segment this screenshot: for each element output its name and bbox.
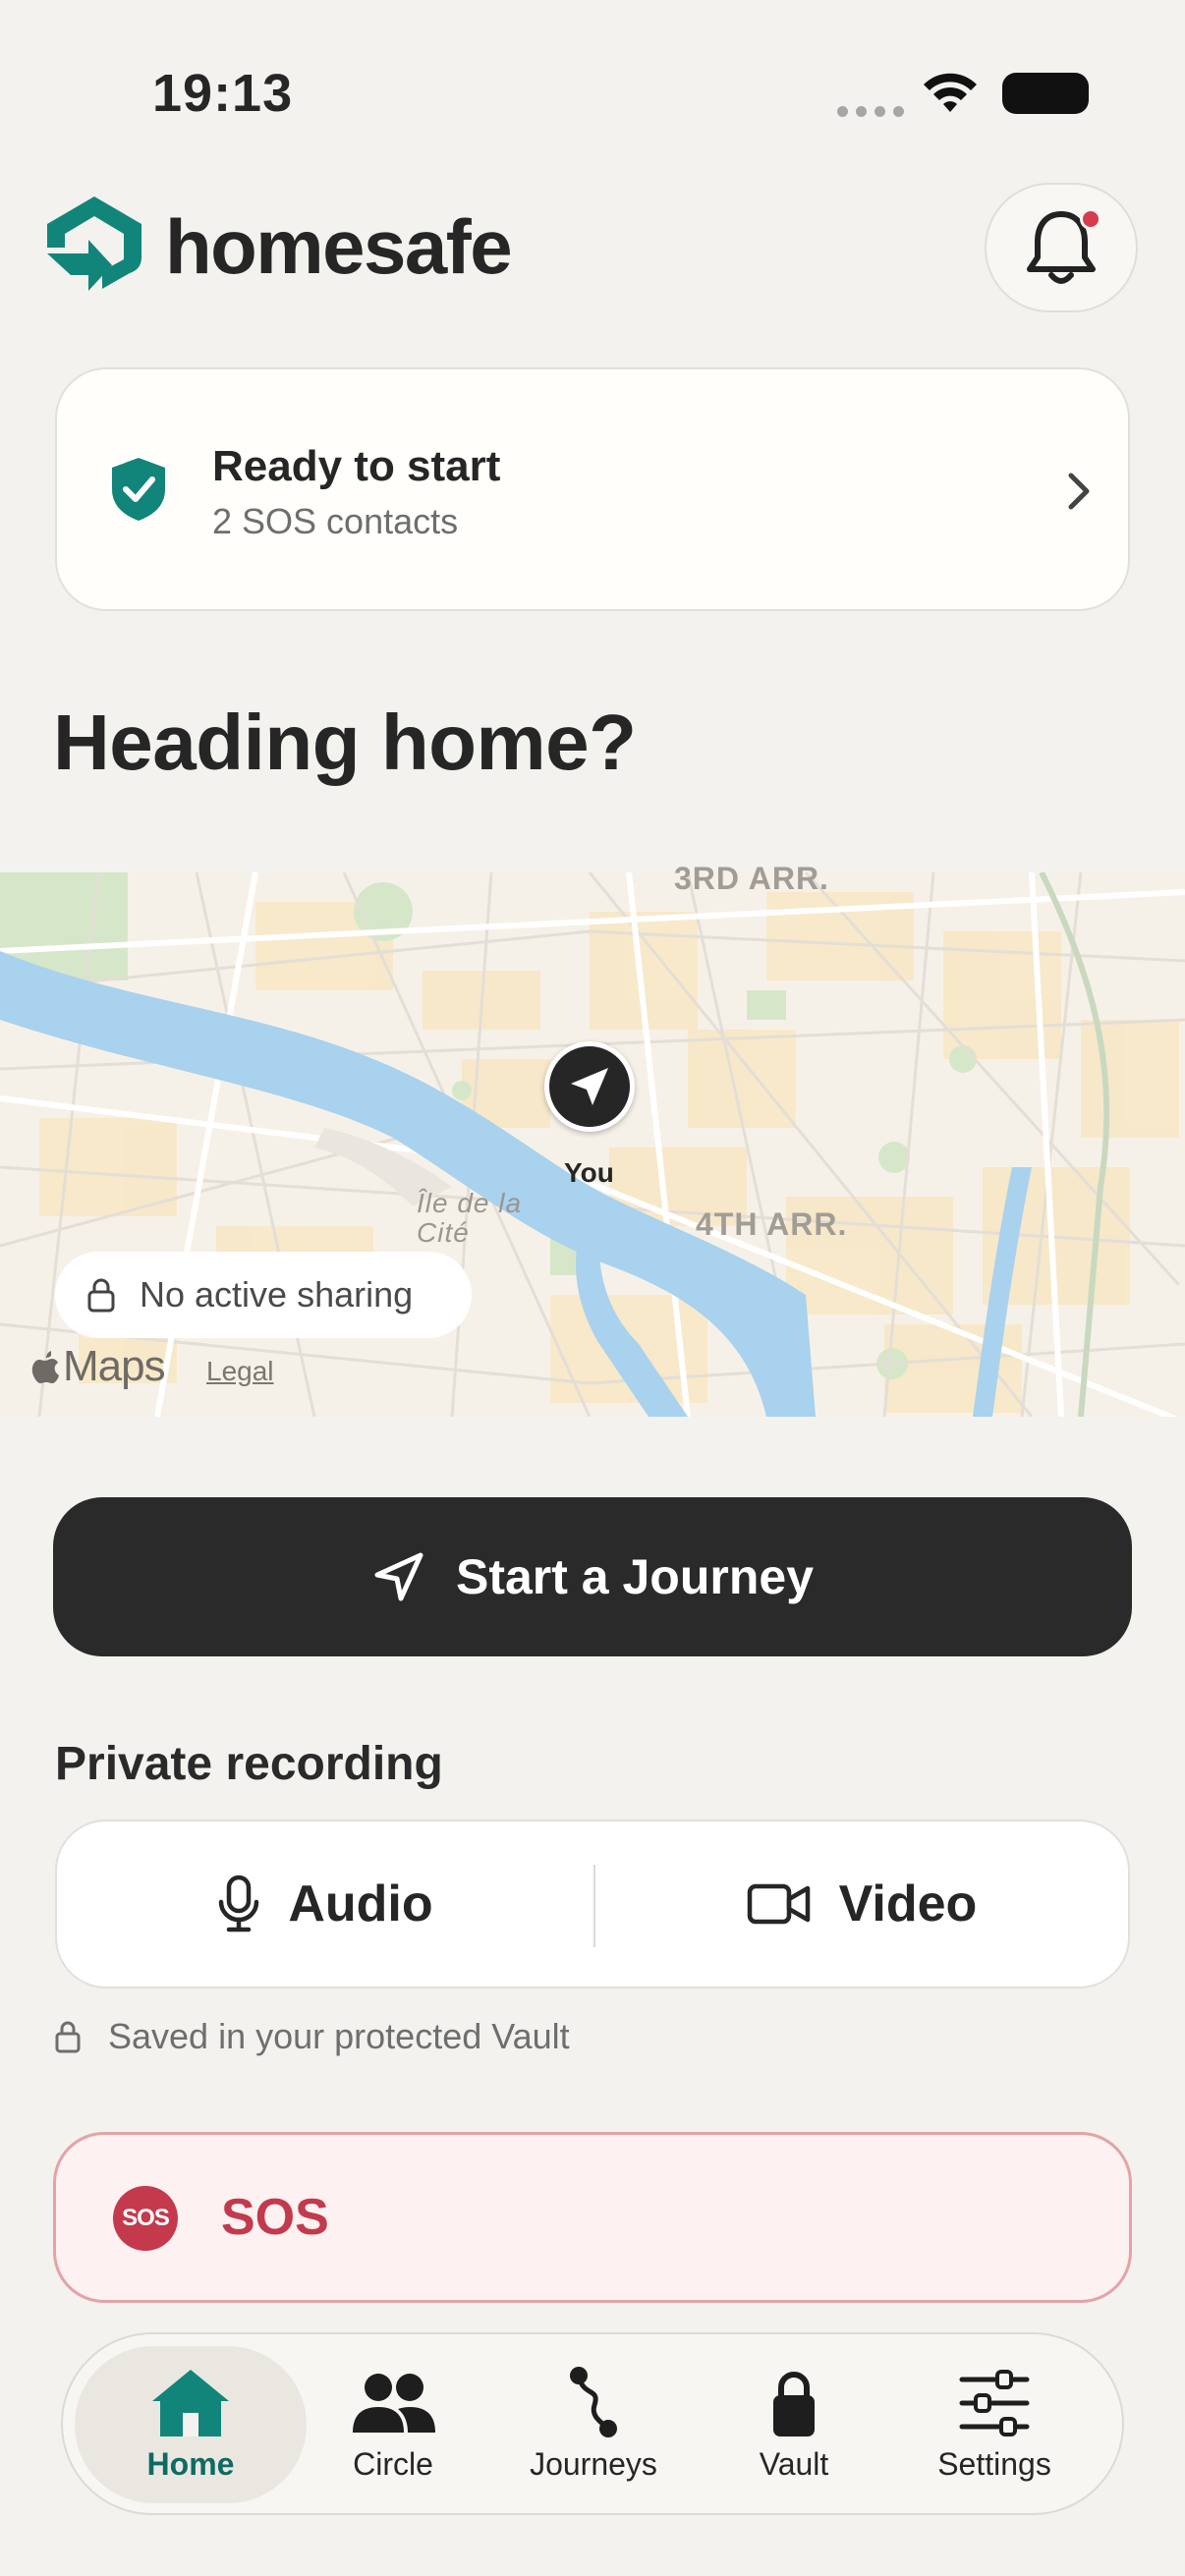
tab-journeys-label: Journeys [530,2446,657,2482]
private-recording-heading: Private recording [55,1738,443,1790]
route-icon [570,2367,617,2437]
tab-bar: Home Circle Journeys Vault Settings [61,2332,1124,2515]
tab-settings[interactable]: Settings [896,2366,1093,2483]
brand-logo: homesafe [43,193,513,301]
sos-icon: SOS [113,2186,178,2251]
video-camera-icon [747,1883,810,1925]
navigation-arrow-icon [374,1552,423,1601]
audio-recording-button[interactable]: Audio [57,1821,593,1987]
shield-check-icon [112,458,165,521]
tab-settings-label: Settings [937,2446,1051,2482]
battery-icon [1002,73,1089,114]
lock-icon [87,1278,115,1313]
sliders-icon [959,2370,1030,2436]
notifications-button[interactable] [985,183,1138,312]
readiness-title: Ready to start [212,442,501,490]
tab-home[interactable]: Home [92,2366,289,2483]
maps-attribution: Maps [29,1342,166,1391]
wifi-icon [924,73,977,112]
lock-icon [773,2372,815,2436]
unread-badge [1080,208,1101,230]
homesafe-logo-icon [47,196,141,291]
apple-icon [31,1351,59,1383]
status-bar: 19:13 [0,0,1185,187]
vault-note-text: Saved in your protected Vault [108,2016,570,2056]
video-recording-button[interactable]: Video [595,1821,1128,1987]
lock-icon [55,2021,81,2053]
location-arrow-icon [571,1068,608,1105]
chevron-right-icon [1068,473,1090,510]
readiness-subtitle: 2 SOS contacts [212,501,459,541]
status-time: 19:13 [152,64,294,123]
vault-note: Saved in your protected Vault [55,2016,570,2057]
brand-name: homesafe [165,202,513,290]
sharing-status-text: No active sharing [140,1274,414,1315]
tab-vault[interactable]: Vault [696,2366,892,2483]
sharing-status-pill[interactable]: No active sharing [55,1252,472,1338]
tab-circle-label: Circle [353,2446,433,2482]
current-location-pin[interactable] [544,1041,635,1132]
tab-journeys[interactable]: Journeys [495,2366,692,2483]
map-label-4th-arr: 4TH ARR. [696,1206,848,1242]
maps-legal-link[interactable]: Legal [206,1356,274,1387]
start-journey-label: Start a Journey [455,1549,814,1604]
tab-home-label: Home [146,2446,235,2482]
signal-icon [837,106,904,117]
recording-options: Audio Video [55,1820,1130,1988]
sos-button[interactable]: SOS SOS [53,2132,1132,2303]
page-title: Heading home? [53,699,637,786]
sos-label: SOS [221,2189,329,2246]
start-journey-button[interactable]: Start a Journey [53,1497,1132,1656]
pin-label: You [564,1157,614,1188]
house-icon [152,2370,229,2436]
tab-vault-label: Vault [759,2446,829,2482]
readiness-card[interactable]: Ready to start 2 SOS contacts [55,367,1130,611]
microphone-icon [219,1875,259,1932]
people-icon [353,2374,435,2433]
map-label-ile-de-la-cite: Île de la Cité [417,1188,523,1248]
maps-brand-text: Maps [63,1342,166,1390]
audio-label: Audio [288,1876,433,1932]
video-label: Video [838,1876,978,1932]
map-label-3rd-arr: 3RD ARR. [674,861,829,896]
tab-circle[interactable]: Circle [295,2366,491,2483]
